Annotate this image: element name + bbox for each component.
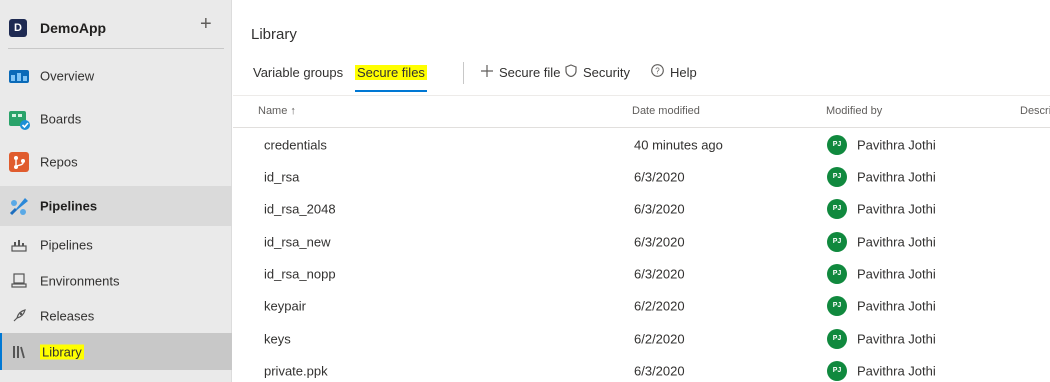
date-modified: 6/3/2020	[634, 266, 685, 282]
user-avatar: PJ	[827, 264, 847, 284]
date-modified: 6/3/2020	[634, 363, 685, 379]
library-icon	[11, 344, 27, 360]
sidebar-item-label: Overview	[40, 68, 95, 84]
sidebar-item-environments[interactable]: Environments	[0, 263, 232, 299]
org-name[interactable]: DemoApp	[40, 20, 106, 36]
org-avatar: D	[9, 19, 27, 37]
user-avatar: PJ	[827, 167, 847, 187]
sidebar-item-label: Library	[40, 344, 84, 359]
table-row[interactable]: id_rsa 6/3/2020 PJ Pavithra Jothi	[233, 161, 1050, 193]
date-modified: 40 minutes ago	[634, 137, 723, 153]
user-avatar: PJ	[827, 296, 847, 316]
boards-icon	[8, 108, 30, 130]
security-button[interactable]: Security	[565, 62, 630, 84]
plus-icon	[481, 62, 493, 84]
help-label: Help	[670, 65, 697, 80]
sidebar-item-label: Repos	[40, 154, 78, 170]
add-secure-file-button[interactable]: Secure file	[481, 62, 560, 84]
file-name[interactable]: id_rsa	[264, 170, 299, 185]
help-button[interactable]: ? Help	[651, 62, 697, 84]
add-secure-file-label: Secure file	[499, 65, 561, 80]
page-title: Library	[251, 26, 297, 43]
date-modified: 6/3/2020	[634, 234, 685, 250]
shield-icon	[565, 62, 577, 84]
modified-by: Pavithra Jothi	[857, 234, 936, 250]
repos-icon	[8, 151, 30, 173]
modified-by: Pavithra Jothi	[857, 298, 936, 314]
help-icon: ?	[651, 62, 664, 84]
highlighted-text: Secure files	[355, 65, 427, 80]
date-modified: 6/3/2020	[634, 201, 685, 217]
user-avatar: PJ	[827, 135, 847, 155]
sidebar-item-library[interactable]: Library	[0, 333, 232, 370]
column-header-date[interactable]: Date modified	[632, 105, 700, 117]
sidebar-item-boards[interactable]: Boards	[0, 101, 232, 137]
sidebar-item-repos[interactable]: Repos	[0, 144, 232, 180]
overview-icon	[8, 65, 30, 87]
user-avatar: PJ	[827, 329, 847, 349]
org-header[interactable]: D DemoApp +	[0, 0, 232, 48]
svg-text:?: ?	[655, 67, 660, 76]
modified-by: Pavithra Jothi	[857, 169, 936, 185]
user-avatar: PJ	[827, 232, 847, 252]
security-label: Security	[583, 65, 630, 80]
user-avatar: PJ	[827, 361, 847, 381]
table-row[interactable]: keypair 6/2/2020 PJ Pavithra Jothi	[233, 290, 1050, 322]
pipelines-section-icon	[8, 195, 30, 217]
file-name[interactable]: id_rsa_2048	[264, 202, 336, 217]
pipelines-icon	[11, 237, 27, 253]
user-avatar: PJ	[827, 199, 847, 219]
table-row[interactable]: credentials 40 minutes ago PJ Pavithra Joth…	[233, 129, 1050, 161]
file-name[interactable]: keys	[264, 332, 291, 347]
sidebar: D DemoApp + Overview Boards Repos Pipeli…	[0, 0, 232, 382]
file-name[interactable]: id_rsa_nopp	[264, 267, 336, 282]
environments-icon	[11, 273, 27, 289]
column-header-modified-by[interactable]: Modified by	[826, 105, 882, 117]
file-name[interactable]: keypair	[264, 299, 306, 314]
sidebar-item-label: Environments	[40, 273, 120, 289]
date-modified: 6/2/2020	[634, 298, 685, 314]
file-name[interactable]: id_rsa_new	[264, 235, 331, 250]
main-content: Library Variable groups Secure files Sec…	[233, 0, 1050, 382]
tab-secure-files[interactable]: Secure files	[355, 62, 427, 92]
sidebar-item-overview[interactable]: Overview	[0, 58, 232, 94]
divider	[8, 48, 224, 49]
sidebar-item-label: Releases	[40, 308, 95, 324]
modified-by: Pavithra Jothi	[857, 266, 936, 282]
sidebar-item-label: Pipelines	[40, 198, 98, 214]
table-row[interactable]: id_rsa_2048 6/3/2020 PJ Pavithra Jothi	[233, 193, 1050, 225]
sidebar-item-label: Pipelines	[40, 237, 93, 253]
modified-by: Pavithra Jothi	[857, 331, 936, 347]
table-row[interactable]: private.ppk 6/3/2020 PJ Pavithra Jothi	[233, 355, 1050, 382]
sort-ascending-icon: ↑	[290, 105, 296, 117]
column-header-description[interactable]: Descri	[1020, 105, 1050, 117]
divider	[463, 62, 464, 84]
sidebar-item-pipelines-section[interactable]: Pipelines	[0, 186, 232, 226]
modified-by: Pavithra Jothi	[857, 137, 936, 153]
sidebar-item-label: Boards	[40, 111, 82, 127]
date-modified: 6/3/2020	[634, 169, 685, 185]
column-header-name[interactable]: Name ↑	[258, 105, 296, 117]
date-modified: 6/2/2020	[634, 331, 685, 347]
modified-by: Pavithra Jothi	[857, 201, 936, 217]
table-header: Name ↑ Date modified Modified by Descri	[233, 95, 1050, 128]
sidebar-item-pipelines[interactable]: Pipelines	[0, 227, 232, 263]
file-name[interactable]: private.ppk	[264, 364, 328, 379]
file-name[interactable]: credentials	[264, 138, 327, 153]
table-row[interactable]: id_rsa_new 6/3/2020 PJ Pavithra Jothi	[233, 226, 1050, 258]
releases-icon	[11, 308, 27, 324]
table-row[interactable]: keys 6/2/2020 PJ Pavithra Jothi	[233, 323, 1050, 355]
sidebar-item-releases[interactable]: Releases	[0, 298, 232, 334]
modified-by: Pavithra Jothi	[857, 363, 936, 379]
add-project-button[interactable]: +	[200, 14, 212, 34]
table-row[interactable]: id_rsa_nopp 6/3/2020 PJ Pavithra Jothi	[233, 258, 1050, 290]
tab-variable-groups[interactable]: Variable groups	[253, 62, 343, 92]
highlighted-text: Library	[40, 344, 84, 359]
